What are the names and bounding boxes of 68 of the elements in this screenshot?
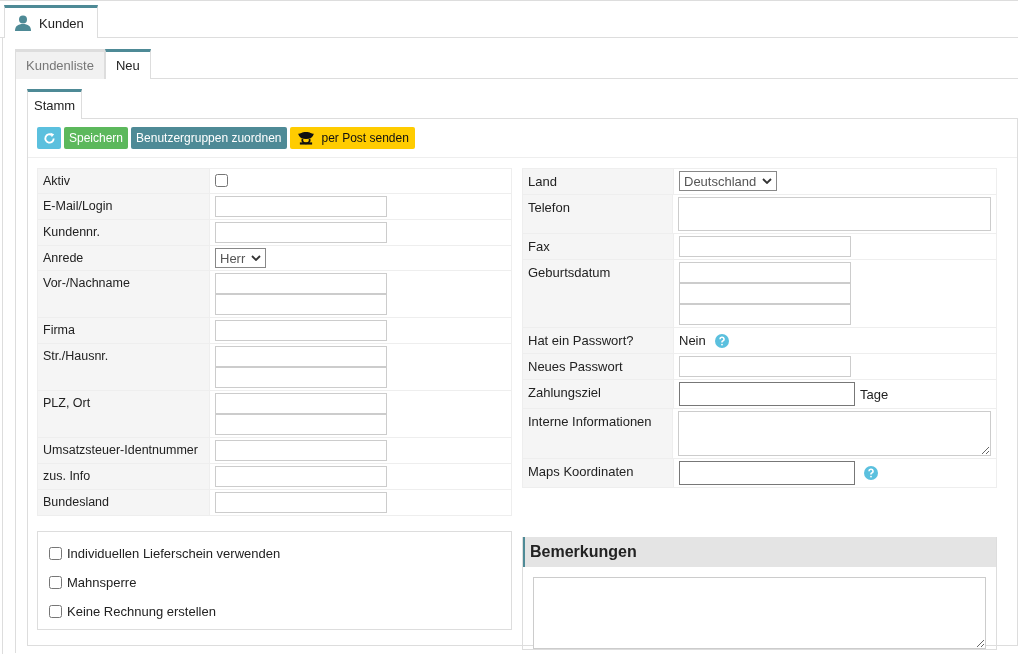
checkbox-label: Keine Rechnung erstellen bbox=[67, 604, 216, 619]
field-value: Tage bbox=[860, 385, 889, 404]
field-label: E-Mail/Login bbox=[38, 194, 210, 219]
help-icon[interactable] bbox=[714, 333, 729, 348]
field-label: Vor-/Nachname bbox=[38, 271, 210, 317]
chevron-down-icon bbox=[251, 255, 262, 261]
input-field[interactable] bbox=[215, 346, 387, 367]
input-field[interactable] bbox=[215, 393, 387, 414]
field-label: Firma bbox=[38, 318, 210, 343]
input-field[interactable] bbox=[215, 196, 387, 217]
field-value: Nein bbox=[679, 332, 706, 350]
input-field[interactable] bbox=[215, 294, 387, 315]
tab[interactable]: Stamm bbox=[27, 89, 83, 119]
field-label: Neues Passwort bbox=[523, 354, 674, 379]
input-field[interactable] bbox=[679, 262, 851, 283]
input-field[interactable] bbox=[215, 492, 387, 513]
checkbox-label: Individuellen Lieferschein verwenden bbox=[67, 546, 281, 561]
select-dropdown[interactable]: Herr bbox=[215, 248, 267, 268]
checkbox[interactable] bbox=[215, 174, 228, 187]
field-label: Bundesland bbox=[38, 490, 210, 515]
field-label: Land bbox=[523, 169, 674, 194]
field-label: Umsatzsteuer-Identnummer bbox=[38, 438, 210, 463]
post-horn-icon bbox=[295, 131, 316, 145]
field-label: Kundennr. bbox=[38, 220, 210, 245]
field-label: Aktiv bbox=[38, 169, 210, 193]
select-dropdown[interactable]: Deutschland bbox=[679, 171, 778, 191]
field-label: Interne Informationen bbox=[523, 409, 673, 458]
field-label: Anrede bbox=[38, 246, 210, 270]
input-field[interactable] bbox=[679, 236, 851, 257]
checkbox[interactable] bbox=[49, 576, 62, 589]
field-label: Str./Hausnr. bbox=[38, 344, 210, 390]
input-field[interactable] bbox=[679, 382, 855, 406]
input-field[interactable] bbox=[215, 273, 387, 294]
field-label: zus. Info bbox=[38, 464, 210, 489]
input-field[interactable] bbox=[215, 440, 387, 461]
tab[interactable]: Neu bbox=[104, 49, 151, 79]
assign-groups-button[interactable]: Benutzergruppen zuordnen bbox=[131, 127, 287, 149]
help-icon[interactable] bbox=[864, 466, 878, 480]
tab[interactable]: Kundenliste bbox=[15, 49, 105, 79]
checkbox[interactable] bbox=[49, 547, 62, 560]
input-field[interactable] bbox=[215, 414, 387, 435]
chevron-down-icon bbox=[762, 178, 773, 184]
input-field[interactable] bbox=[679, 283, 851, 304]
remarks-text-area[interactable] bbox=[533, 577, 986, 649]
input-field[interactable] bbox=[215, 367, 387, 388]
field-label: Maps Koordinaten bbox=[523, 459, 674, 487]
send-by-post-button[interactable]: per Post senden bbox=[289, 127, 415, 149]
field-label: Geburtsdatum bbox=[523, 260, 674, 327]
checkbox[interactable] bbox=[49, 605, 62, 618]
input-field[interactable] bbox=[679, 461, 855, 485]
tab[interactable]: Kunden bbox=[4, 5, 98, 38]
user-icon bbox=[15, 15, 31, 31]
field-label: PLZ, Ort bbox=[38, 391, 210, 437]
field-label: Zahlungsziel bbox=[523, 380, 674, 408]
checkbox-label: Mahnsperre bbox=[67, 575, 137, 590]
input-field[interactable] bbox=[215, 222, 387, 243]
input-field[interactable] bbox=[215, 466, 387, 487]
field-label: Telefon bbox=[523, 195, 673, 233]
text-area[interactable] bbox=[678, 411, 991, 456]
section-heading: Bemerkungen bbox=[523, 537, 996, 567]
input-field[interactable] bbox=[678, 197, 991, 231]
field-label: Fax bbox=[523, 234, 674, 259]
input-field[interactable] bbox=[679, 356, 851, 377]
input-field[interactable] bbox=[679, 304, 851, 325]
field-label: Hat ein Passwort? bbox=[523, 328, 674, 353]
refresh-button[interactable] bbox=[37, 127, 61, 149]
input-field[interactable] bbox=[215, 320, 387, 341]
refresh-icon bbox=[42, 131, 56, 145]
